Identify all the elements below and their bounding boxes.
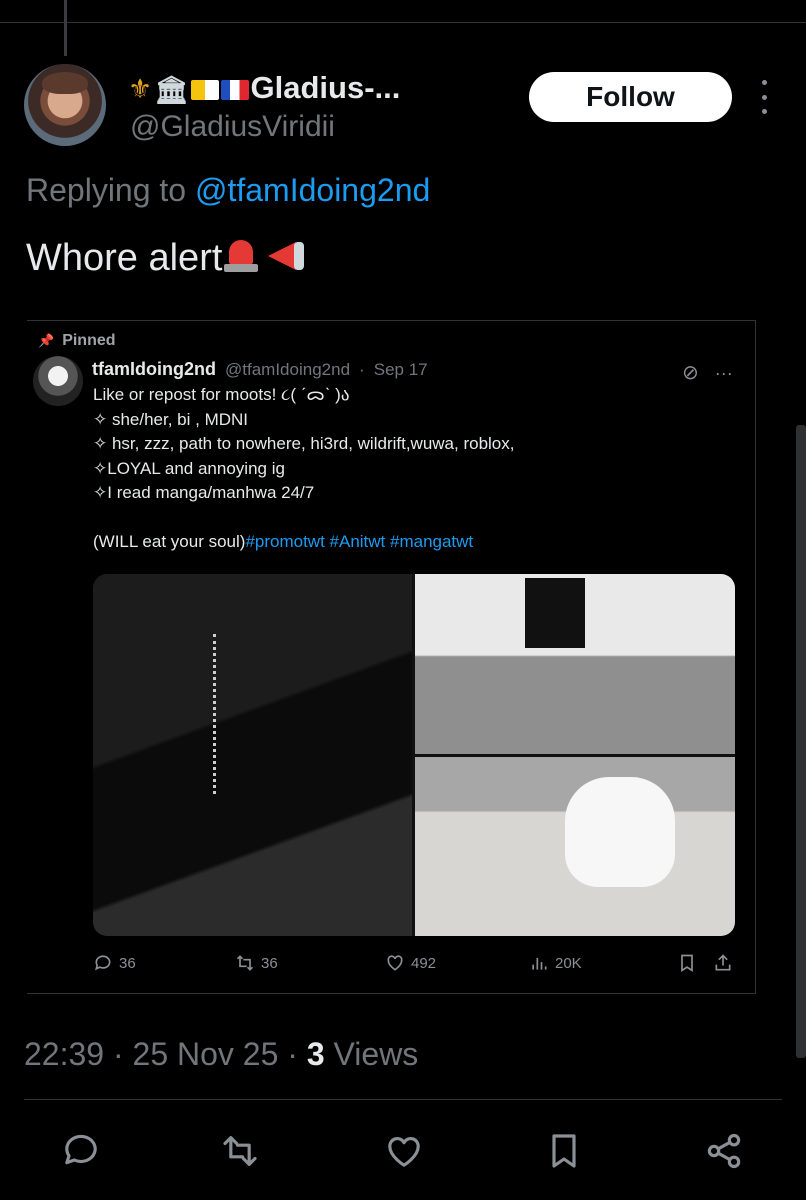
bio-line: ✧LOYAL and annoying ig xyxy=(93,458,285,478)
embedded-avatar xyxy=(33,356,83,406)
avatar[interactable] xyxy=(24,64,106,146)
follow-button[interactable]: Follow xyxy=(529,72,732,122)
embedded-action-bar: 36 36 492 20K xyxy=(93,953,743,977)
replying-to: Replying to @tfamIdoing2nd xyxy=(26,172,430,209)
embedded-views-count: 20K xyxy=(555,954,582,972)
embedded-likes-count: 492 xyxy=(411,954,437,972)
embedded-name: tfamIdoing2nd xyxy=(92,359,216,379)
repost-button[interactable] xyxy=(217,1128,263,1174)
reply-button[interactable] xyxy=(58,1128,104,1174)
post-time[interactable]: 22:39 xyxy=(24,1036,104,1072)
fleur-de-lis-emoji: ⚜ xyxy=(128,74,153,105)
embedded-views: 20K xyxy=(529,953,582,973)
embedded-separator: · xyxy=(359,360,365,379)
bio-line: ✧I read manga/manhwa 24/7 xyxy=(93,483,315,502)
bio-line: ✧ hsr, zzz, path to nowhere, hi3rd, wild… xyxy=(93,434,515,453)
like-icon xyxy=(388,1137,420,1167)
post-date[interactable]: 25 Nov 25 xyxy=(133,1036,279,1072)
post-action-bar xyxy=(0,1128,806,1174)
embedded-photo-3 xyxy=(415,757,735,936)
user-handle[interactable]: @GladiusViridii xyxy=(130,110,335,144)
pinned-label: Pinned xyxy=(38,332,115,350)
embedded-likes: 492 xyxy=(385,953,436,973)
repost-icon xyxy=(223,1136,257,1166)
reply-mention-link[interactable]: @tfamIdoing2nd xyxy=(195,172,430,208)
embedded-reposts: 36 xyxy=(235,953,278,973)
embedded-header-icons: ⊘ ··· xyxy=(682,360,733,385)
police-light-emoji xyxy=(224,236,259,274)
thread-connector xyxy=(64,0,67,56)
embedded-date: Sep 17 xyxy=(373,360,428,379)
replying-prefix: Replying to xyxy=(26,172,187,208)
display-name-text: Gladius-... xyxy=(250,70,401,105)
embedded-replies: 36 xyxy=(93,953,136,973)
embedded-share-icon xyxy=(715,954,731,971)
views-label: Views xyxy=(333,1036,419,1072)
reply-icon xyxy=(65,1134,97,1165)
embedded-photo-2 xyxy=(415,574,735,754)
bio-line: ✧ she/her, bi , MDNI xyxy=(93,409,249,429)
meta-separator: · xyxy=(287,1036,298,1072)
embedded-more-icon: ··· xyxy=(714,363,733,383)
embedded-share xyxy=(713,953,739,973)
embedded-repost-icon xyxy=(236,955,254,971)
vatican-flag-icon xyxy=(190,79,219,100)
post-timestamp: 22:39 · 25 Nov 25 · 3 Views xyxy=(24,1036,418,1073)
embedded-header: tfamIdoing2nd @tfamIdoing2nd · Sep 17 xyxy=(92,359,428,380)
embedded-photo-grid xyxy=(93,574,735,936)
scrollbar[interactable] xyxy=(796,425,806,1058)
meta-separator: · xyxy=(112,1036,124,1072)
megaphone-emoji xyxy=(264,236,308,274)
embedded-like-icon xyxy=(387,955,403,971)
embedded-handle: @tfamIdoing2nd xyxy=(225,360,351,379)
grok-icon: ⊘ xyxy=(682,362,699,384)
like-button[interactable] xyxy=(381,1128,427,1174)
bookmark-icon xyxy=(552,1134,576,1168)
embedded-bookmark xyxy=(677,953,703,973)
share-icon xyxy=(707,1133,741,1169)
embedded-bookmark-icon xyxy=(681,954,693,973)
views-count: 3 xyxy=(306,1036,325,1072)
bookmark-button[interactable] xyxy=(541,1128,587,1174)
embedded-bio: Like or repost for moots! ૮( ˊᯅˋ )ა ✧ she… xyxy=(93,383,514,555)
bio-last-line: (WILL eat your soul) xyxy=(93,532,246,551)
tweet-text-body: Whore alert xyxy=(26,237,223,279)
embedded-reply-icon xyxy=(95,955,111,971)
classical-building-emoji: 🏛 xyxy=(154,74,189,105)
more-options-icon[interactable] xyxy=(756,80,772,114)
france-flag-icon xyxy=(220,79,249,100)
bio-line xyxy=(93,506,514,531)
embedded-reposts-count: 36 xyxy=(261,954,278,972)
actions-divider xyxy=(24,1099,782,1100)
embedded-photo-1 xyxy=(93,574,412,936)
embedded-replies-count: 36 xyxy=(119,954,136,972)
embedded-hashtags: #promotwt #Anitwt #mangatwt xyxy=(245,532,474,551)
embedded-views-icon xyxy=(532,958,547,970)
share-button[interactable] xyxy=(701,1128,747,1174)
top-divider xyxy=(0,22,806,23)
bio-line: (WILL eat your soul)#promotwt #Anitwt #m… xyxy=(93,530,514,555)
bio-line: Like or repost for moots! ૮( ˊᯅˋ )ა xyxy=(93,385,350,404)
display-name[interactable]: ⚜🏛 Gladius-... xyxy=(128,70,400,106)
tweet-text: Whore alert xyxy=(26,236,308,280)
